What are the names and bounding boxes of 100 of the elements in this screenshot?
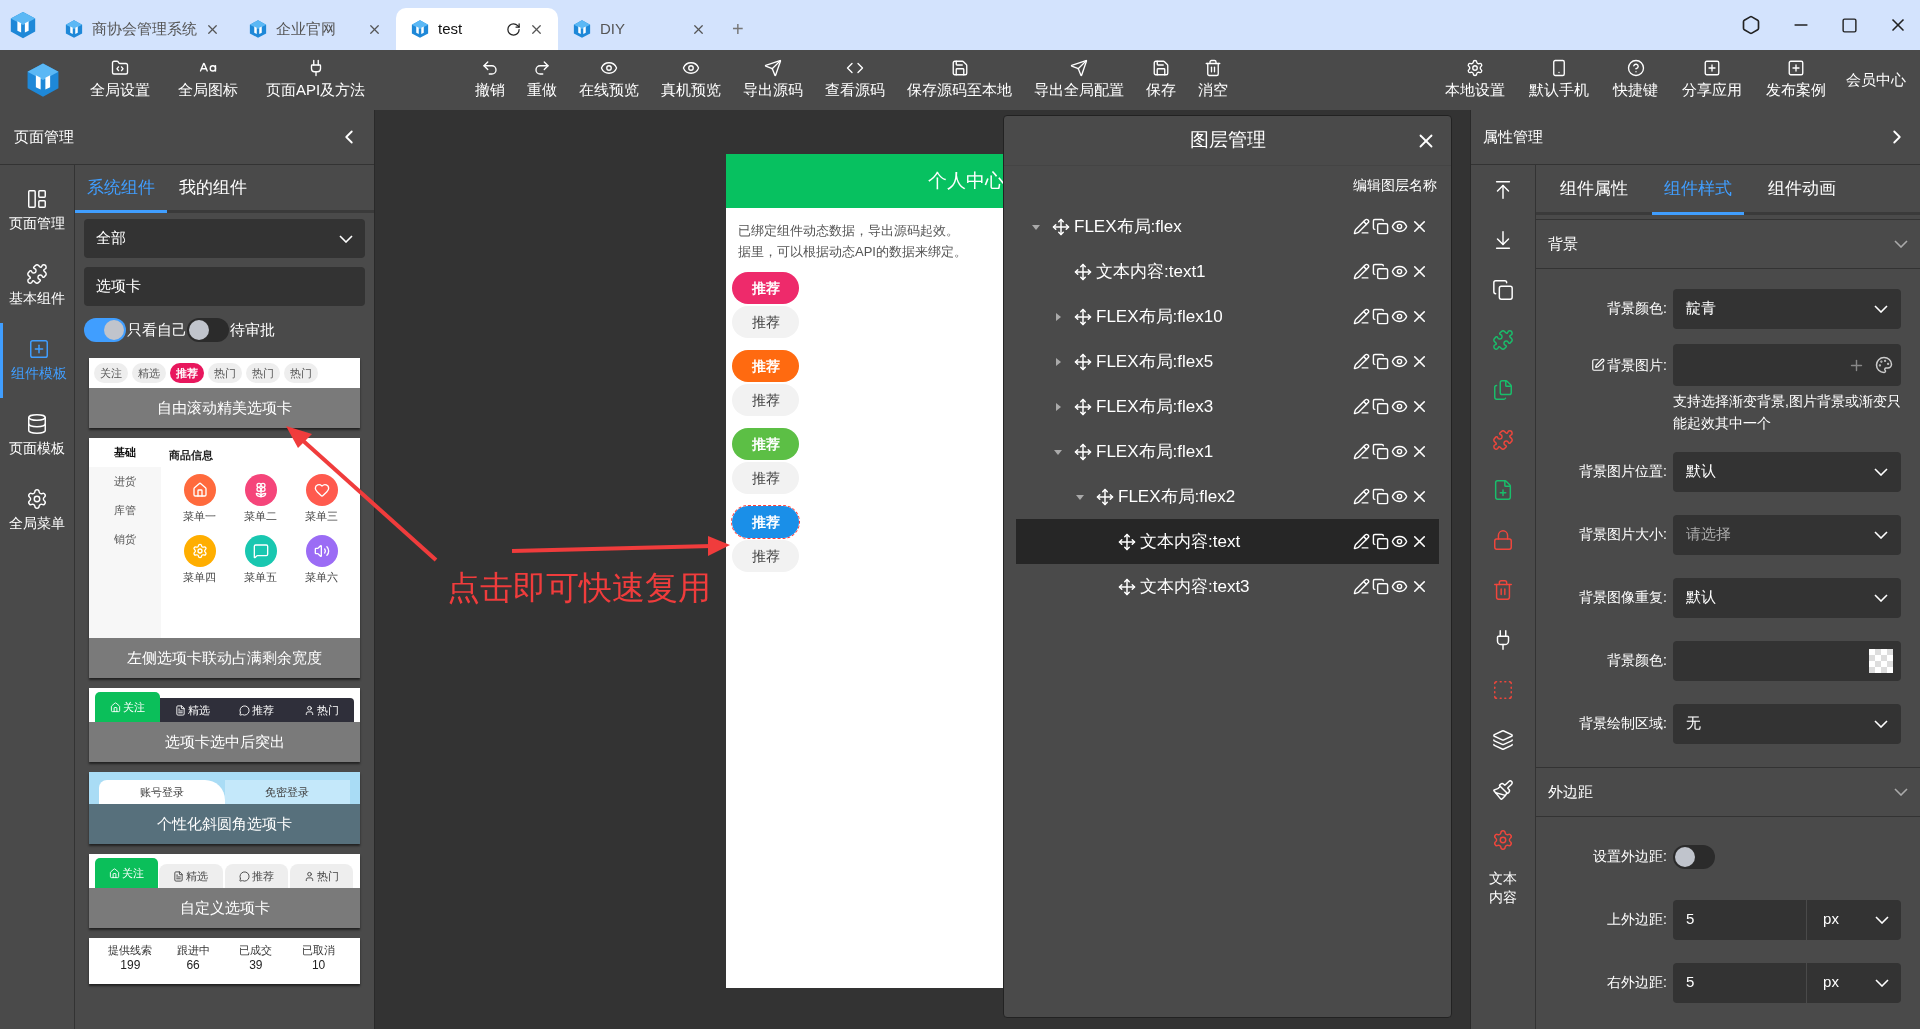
browser-tab[interactable]: DIY (558, 8, 720, 50)
preview-tab[interactable]: 账号登录 (99, 780, 225, 804)
edit-icon[interactable] (1353, 533, 1370, 550)
palette-icon[interactable] (1875, 356, 1893, 374)
section-header[interactable]: 背景 (1536, 219, 1920, 269)
side-tab[interactable]: 销货 (89, 525, 161, 554)
copy-icon[interactable] (1492, 279, 1514, 301)
color-field[interactable] (1673, 640, 1901, 681)
copy-icon[interactable] (1372, 263, 1389, 280)
file-plus-icon[interactable] (1492, 479, 1514, 501)
toggle-switch[interactable] (84, 318, 126, 342)
panel-tab[interactable]: 我的组件 (167, 165, 259, 210)
edit-icon[interactable] (1353, 488, 1370, 505)
copy-icon[interactable] (1372, 488, 1389, 505)
side-tab[interactable]: 进货 (89, 467, 161, 496)
rail-item[interactable]: 页面模板 (0, 398, 74, 473)
tag-pill[interactable]: 推荐 (732, 306, 799, 338)
select-field[interactable]: 靛青 (1673, 288, 1901, 329)
toggle-switch[interactable] (1673, 844, 1715, 869)
image-field[interactable] (1673, 344, 1901, 386)
tab-chip[interactable]: 热门 (246, 363, 280, 383)
rail-item[interactable]: 页面管理 (0, 173, 74, 248)
toolbar-button[interactable]: 分享应用 (1672, 58, 1752, 102)
toolbar-button[interactable]: 导出源码 (733, 58, 814, 102)
layer-row[interactable]: FLEX布局:flex10 (1016, 294, 1439, 339)
layer-row[interactable]: 文本内容:text3 (1016, 564, 1439, 609)
select-field[interactable]: 无 (1673, 703, 1901, 744)
layer-row[interactable]: FLEX布局:flex3 (1016, 384, 1439, 429)
maximize-icon[interactable] (1841, 16, 1858, 34)
preview-tab[interactable]: 精选 (159, 698, 225, 722)
tag-pill[interactable]: 推荐 (732, 540, 799, 572)
eye-icon[interactable] (1391, 488, 1408, 505)
preview-tab[interactable]: 热门 (289, 698, 354, 722)
puzzle-icon[interactable] (1492, 329, 1514, 351)
edit-icon[interactable] (1353, 443, 1370, 460)
rename-layer-link[interactable]: 编辑图层名称 (1353, 174, 1437, 196)
edit-icon[interactable] (1353, 218, 1370, 235)
eye-icon[interactable] (1391, 308, 1408, 325)
toolbar-button[interactable]: 消空 (1188, 58, 1239, 102)
layer-row[interactable]: FLEX布局:flex2 (1016, 474, 1439, 519)
preview-tab[interactable]: 推荐 (224, 864, 288, 888)
template-card[interactable]: 关注 精选 推荐 热门 自定义选项卡 (89, 854, 360, 928)
reload-icon[interactable] (506, 21, 521, 37)
brush-icon[interactable] (1492, 779, 1514, 801)
edit-icon[interactable] (1353, 263, 1370, 280)
eye-icon[interactable] (1391, 443, 1408, 460)
section-header[interactable]: 外边距 (1536, 767, 1920, 817)
unit-input[interactable]: 5 px (1673, 899, 1901, 940)
toolbar-button[interactable]: 查看源码 (815, 58, 896, 102)
tab-chip[interactable]: 精选 (132, 363, 166, 383)
unit-select[interactable]: px (1806, 899, 1901, 940)
toolbar-button[interactable]: 默认手机 (1519, 58, 1599, 102)
tab-chip[interactable]: 热门 (208, 363, 242, 383)
toolbar-button[interactable]: 撤销 (465, 58, 516, 102)
browser-tab[interactable]: 商协会管理系统 (50, 8, 234, 50)
search-field[interactable]: 选项卡 (84, 267, 365, 306)
layers-icon[interactable] (1492, 729, 1514, 751)
toolbar-button[interactable]: 全局设置 (80, 58, 160, 102)
tag-pill[interactable]: 推荐 (732, 462, 799, 494)
copy-icon[interactable] (1372, 308, 1389, 325)
eye-icon[interactable] (1391, 353, 1408, 370)
select-field[interactable]: 默认 (1673, 577, 1901, 618)
copy-icon[interactable] (1372, 353, 1389, 370)
toolbar-button[interactable]: 页面API及方法 (256, 58, 376, 102)
toolbar-button[interactable]: 导出全局配置 (1024, 58, 1135, 102)
layer-row[interactable]: FLEX布局:flex (1016, 204, 1439, 249)
toolbar-button[interactable]: 本地设置 (1435, 58, 1515, 102)
select-field[interactable]: 请选择 (1673, 514, 1901, 555)
template-card[interactable]: 关注 精选 推荐 热门 热门 热门 自由滚动精美选项卡 (89, 358, 360, 428)
toolbar-button[interactable]: 快捷键 (1603, 58, 1668, 102)
toolbar-button[interactable]: 发布案例 (1756, 58, 1836, 102)
member-center-link[interactable]: 会员中心 (1840, 68, 1912, 92)
browser-tab[interactable]: 企业官网 (234, 8, 396, 50)
toolbar-button[interactable]: 真机预览 (651, 58, 732, 102)
edit-icon[interactable] (1591, 358, 1606, 372)
extension-icon[interactable] (1741, 15, 1761, 35)
toolbar-button[interactable]: 保存 (1136, 58, 1187, 102)
tab-chip[interactable]: 热门 (284, 363, 318, 383)
edit-icon[interactable] (1353, 353, 1370, 370)
edit-icon[interactable] (1353, 398, 1370, 415)
side-tab[interactable]: 基础 (89, 438, 161, 467)
copy-icon[interactable] (1372, 218, 1389, 235)
preview-tab[interactable]: 免密登录 (224, 780, 350, 804)
template-card[interactable]: 关注 精选 推荐 热门 选项卡选中后突出 (89, 688, 360, 762)
category-select[interactable]: 全部 (84, 219, 365, 258)
template-card[interactable]: 账号登录 免密登录 个性化斜圆角选项卡 (89, 772, 360, 844)
unit-select[interactable]: px (1806, 962, 1901, 1003)
layer-row[interactable]: FLEX布局:flex5 (1016, 339, 1439, 384)
toolbar-button[interactable]: 全局图标 (168, 58, 248, 102)
layer-row[interactable]: 文本内容:text1 (1016, 249, 1439, 294)
tag-pill[interactable]: 推荐 (732, 272, 799, 304)
select-field[interactable]: 默认 (1673, 451, 1901, 492)
template-card[interactable]: 提供线索 199 跟进中 66 已成交 39 已取消 10 (89, 938, 360, 984)
eye-icon[interactable] (1391, 263, 1408, 280)
copy-icon[interactable] (1372, 443, 1389, 460)
toolbar-button[interactable]: 保存源码至本地 (897, 58, 1023, 102)
toolbar-button[interactable]: 重做 (517, 58, 568, 102)
panel-tab[interactable]: 组件动画 (1756, 165, 1848, 212)
rail-item[interactable]: 全局菜单 (0, 473, 74, 548)
edit-icon[interactable] (1353, 578, 1370, 595)
